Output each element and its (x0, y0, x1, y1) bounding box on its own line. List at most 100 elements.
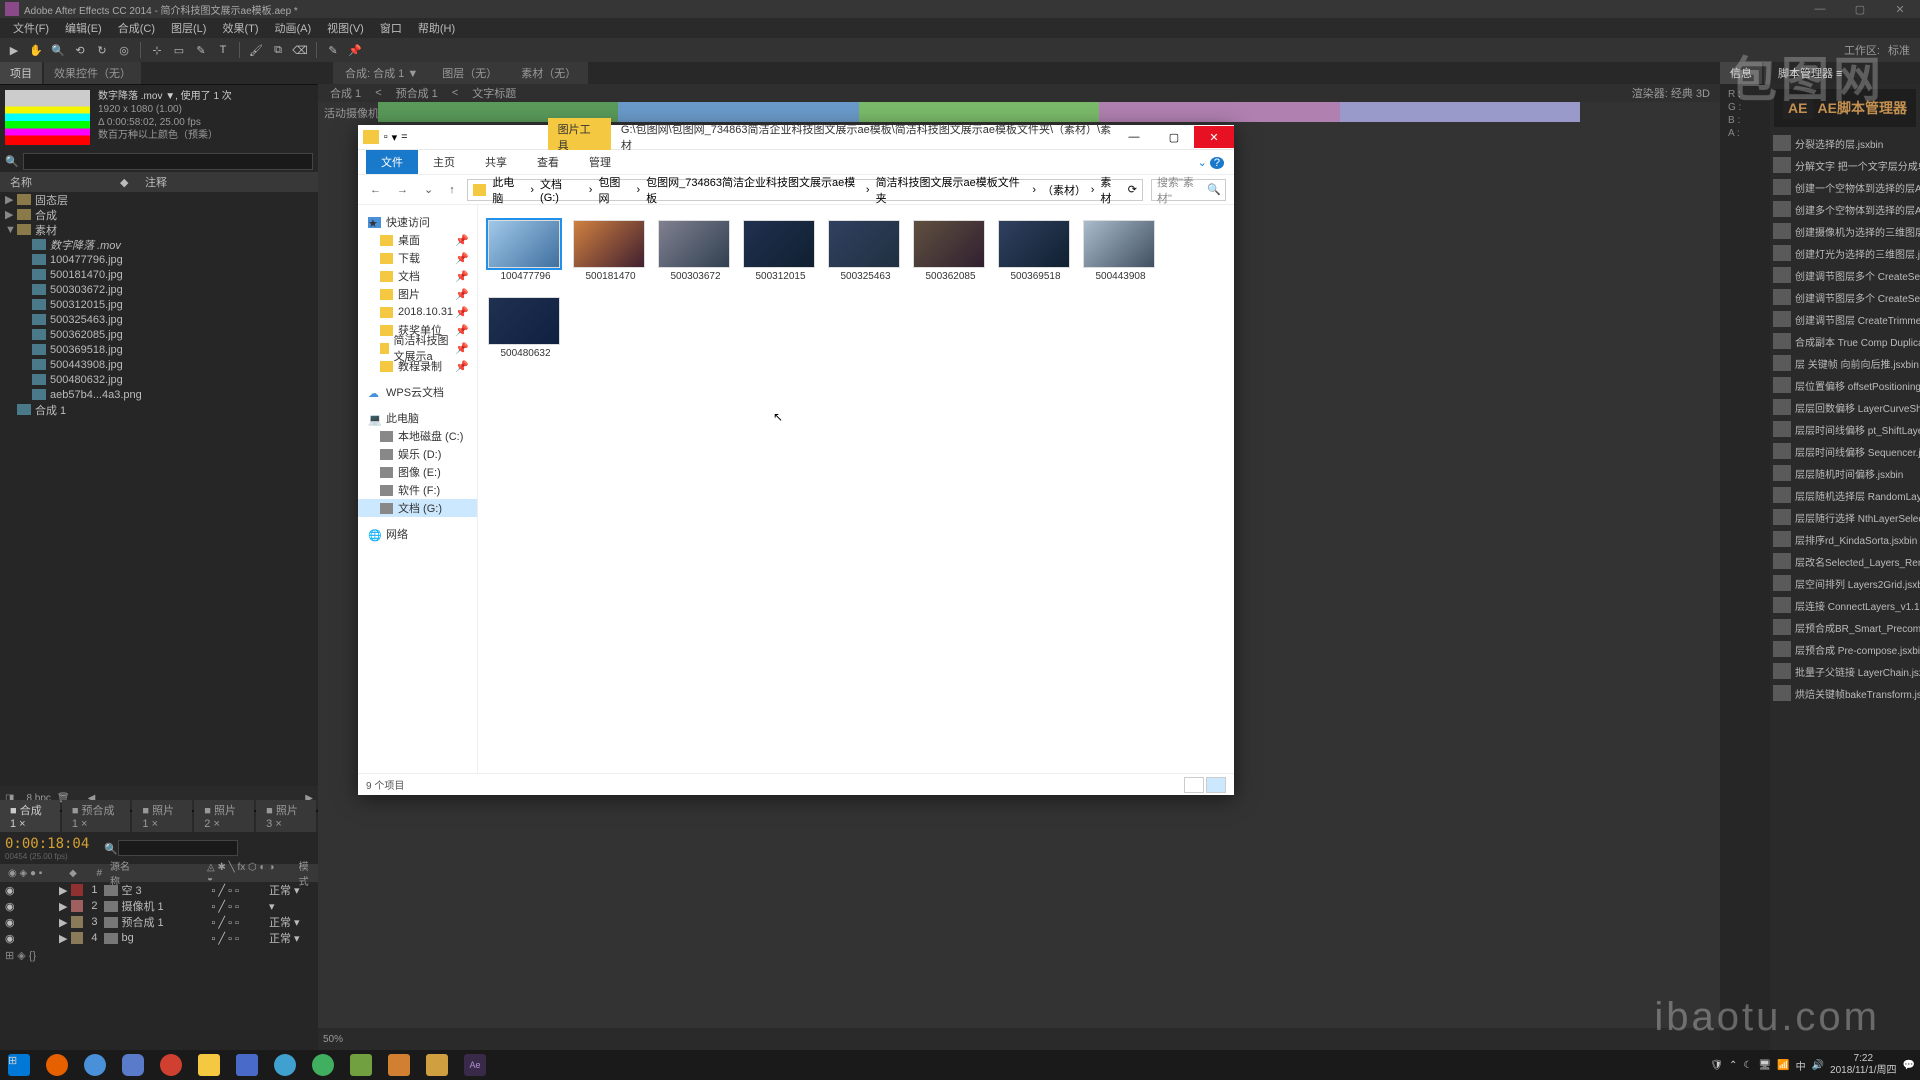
tb-app[interactable] (304, 1050, 342, 1080)
timeline-tab[interactable]: ■ 预合成 1 × (62, 800, 131, 832)
ribbon-view[interactable]: 查看 (522, 150, 574, 174)
sidebar-drive[interactable]: 文档 (G:) (358, 499, 477, 517)
refresh-icon[interactable]: ⟳ (1128, 183, 1142, 196)
sidebar-drive[interactable]: 图像 (E:) (358, 463, 477, 481)
ribbon-home[interactable]: 主页 (418, 150, 470, 174)
ribbon-file[interactable]: 文件 (366, 150, 418, 174)
crumb-2[interactable]: 预合成 1 (392, 85, 442, 101)
col-tag[interactable]: ◆ (120, 176, 140, 189)
timeline-tab[interactable]: ■ 合成 1 × (0, 800, 60, 832)
sidebar-item[interactable]: 文档📌 (358, 267, 477, 285)
anchor-tool[interactable]: ⊹ (148, 41, 166, 59)
nav-forward[interactable]: → (393, 184, 412, 196)
tree-item[interactable]: 100477796.jpg (0, 252, 318, 267)
file-thumbnail[interactable]: 500181470 (573, 220, 648, 282)
script-item[interactable]: 批量子父链接 LayerChain.jsxbi (1770, 660, 1920, 682)
maximize-button[interactable]: ▢ (1840, 0, 1880, 18)
crumb-1[interactable]: 合成 1 (326, 85, 365, 101)
timecode[interactable]: 0:00:18:04 (5, 836, 89, 852)
script-item[interactable]: 层预合成BR_Smart_Precompose (1770, 616, 1920, 638)
ribbon-collapse[interactable]: ⌄ ? (1198, 156, 1234, 169)
orbit-tool[interactable]: ⟲ (71, 41, 89, 59)
tree-item[interactable]: ▶合成 (0, 207, 318, 222)
tab-effects[interactable]: 效果控件（无） (44, 62, 141, 84)
file-thumbnail[interactable]: 500303672 (658, 220, 733, 282)
hand-tool[interactable]: ✋ (27, 41, 45, 59)
sb-network[interactable]: 🌐网络 (358, 525, 477, 543)
rotate-tool[interactable]: ↻ (93, 41, 111, 59)
script-item[interactable]: 创建调节图层多个 CreateSever (1770, 286, 1920, 308)
tb-app[interactable] (418, 1050, 456, 1080)
tb-explorer[interactable] (190, 1050, 228, 1080)
viewer-tab-comp[interactable]: 合成: 合成 1 ▼ (333, 62, 430, 84)
file-thumbnail[interactable]: 500312015 (743, 220, 818, 282)
qat-btn[interactable]: ▾ (392, 131, 398, 144)
qat-btn[interactable]: = (401, 131, 407, 144)
crumb[interactable]: 包图网 (598, 174, 630, 206)
tree-item[interactable]: 500325463.jpg (0, 312, 318, 327)
close-button[interactable]: ✕ (1880, 0, 1920, 18)
tree-item[interactable]: ▶固态层 (0, 192, 318, 207)
notifications-icon[interactable]: 💬 (1903, 1060, 1915, 1071)
clone-tool[interactable]: ⧉ (269, 41, 287, 59)
crumb[interactable]: 简洁科技图文展示ae模板文件夹 (876, 174, 1027, 206)
menu-layer[interactable]: 图层(L) (163, 20, 214, 36)
tray-icon[interactable]: 🛡 (1710, 1060, 1723, 1071)
start-button[interactable]: ⊞ (0, 1050, 38, 1080)
roto-tool[interactable]: ✎ (324, 41, 342, 59)
nav-recent[interactable]: ⌄ (420, 183, 437, 196)
script-item[interactable]: 分裂选择的层.jsxbin (1770, 132, 1920, 154)
sidebar-item[interactable]: 桌面📌 (358, 231, 477, 249)
tray-icon[interactable]: 中 (1796, 1058, 1806, 1073)
address-bar[interactable]: 此电脑› 文档 (G:)› 包图网› 包图网_734863简洁企业科技图文展示a… (467, 179, 1143, 201)
taskbar-clock[interactable]: 7:22 2018/11/1/周四 (1830, 1053, 1897, 1077)
menu-effect[interactable]: 效果(T) (214, 20, 266, 36)
tree-item[interactable]: 500303672.jpg (0, 282, 318, 297)
crumb[interactable]: 此电脑 (492, 174, 524, 206)
layer-row[interactable]: ◉▶4bg▫ ╱ ▫ ▫正常 ▾ (0, 930, 318, 946)
zoom-level[interactable]: 50% (323, 1034, 343, 1045)
menu-file[interactable]: 文件(F) (5, 20, 57, 36)
sidebar-item[interactable]: 2018.10.31📌 (358, 303, 477, 321)
qat-btn[interactable]: ▫ (384, 131, 388, 144)
sidebar-drive[interactable]: 娱乐 (D:) (358, 445, 477, 463)
script-item[interactable]: 层层随机选择层 RandomLayerS (1770, 484, 1920, 506)
view-details-btn[interactable] (1184, 777, 1204, 793)
tb-app[interactable] (380, 1050, 418, 1080)
layer-row[interactable]: ◉▶3预合成 1▫ ╱ ▫ ▫正常 ▾ (0, 914, 318, 930)
file-thumbnail[interactable]: 500362085 (913, 220, 988, 282)
menu-help[interactable]: 帮助(H) (410, 20, 463, 36)
camera-tool[interactable]: ◎ (115, 41, 133, 59)
tree-item[interactable]: 500480632.jpg (0, 372, 318, 387)
tree-item[interactable]: 500369518.jpg (0, 342, 318, 357)
menu-edit[interactable]: 编辑(E) (57, 20, 110, 36)
script-item[interactable]: 合成副本 True Comp Duplicator. (1770, 330, 1920, 352)
minimize-button[interactable]: — (1800, 0, 1840, 18)
tb-firefox[interactable] (38, 1050, 76, 1080)
col-comment[interactable]: 注释 (140, 174, 318, 190)
file-thumbnail[interactable]: 500325463 (828, 220, 903, 282)
tree-item[interactable]: 数字降落 .mov (0, 237, 318, 252)
crumb-3[interactable]: 文字标题 (468, 85, 520, 101)
file-thumbnail[interactable]: 100477796 (488, 220, 563, 282)
script-item[interactable]: 层预合成 Pre-compose.jsxbin (1770, 638, 1920, 660)
script-item[interactable]: 层改名Selected_Layers_Rename (1770, 550, 1920, 572)
tb-app[interactable] (266, 1050, 304, 1080)
layer-row[interactable]: ◉▶2摄像机 1▫ ╱ ▫ ▫ ▾ (0, 898, 318, 914)
sidebar-drive[interactable]: 本地磁盘 (C:) (358, 427, 477, 445)
timeline-tab[interactable]: ■ 照片 2 × (194, 800, 254, 832)
tree-item[interactable]: 500362085.jpg (0, 327, 318, 342)
tray-icon[interactable]: 🖥 (1758, 1060, 1771, 1071)
viewer-tab-layer[interactable]: 图层（无） (430, 62, 509, 84)
sb-pc[interactable]: 💻此电脑 (358, 409, 477, 427)
menu-composition[interactable]: 合成(C) (110, 20, 163, 36)
text-tool[interactable]: T (214, 41, 232, 59)
script-item[interactable]: 创建调节图层 CreateTrimmedAd (1770, 308, 1920, 330)
tb-app[interactable] (152, 1050, 190, 1080)
script-item[interactable]: 分解文字 把一个文字层分成单 (1770, 154, 1920, 176)
tb-app[interactable] (342, 1050, 380, 1080)
tree-item[interactable]: 合成 1 (0, 402, 318, 417)
footage-thumbnail[interactable] (5, 90, 90, 145)
project-tree[interactable]: ▶固态层▶合成▼素材数字降落 .mov100477796.jpg50018147… (0, 192, 318, 417)
tb-app[interactable] (228, 1050, 266, 1080)
